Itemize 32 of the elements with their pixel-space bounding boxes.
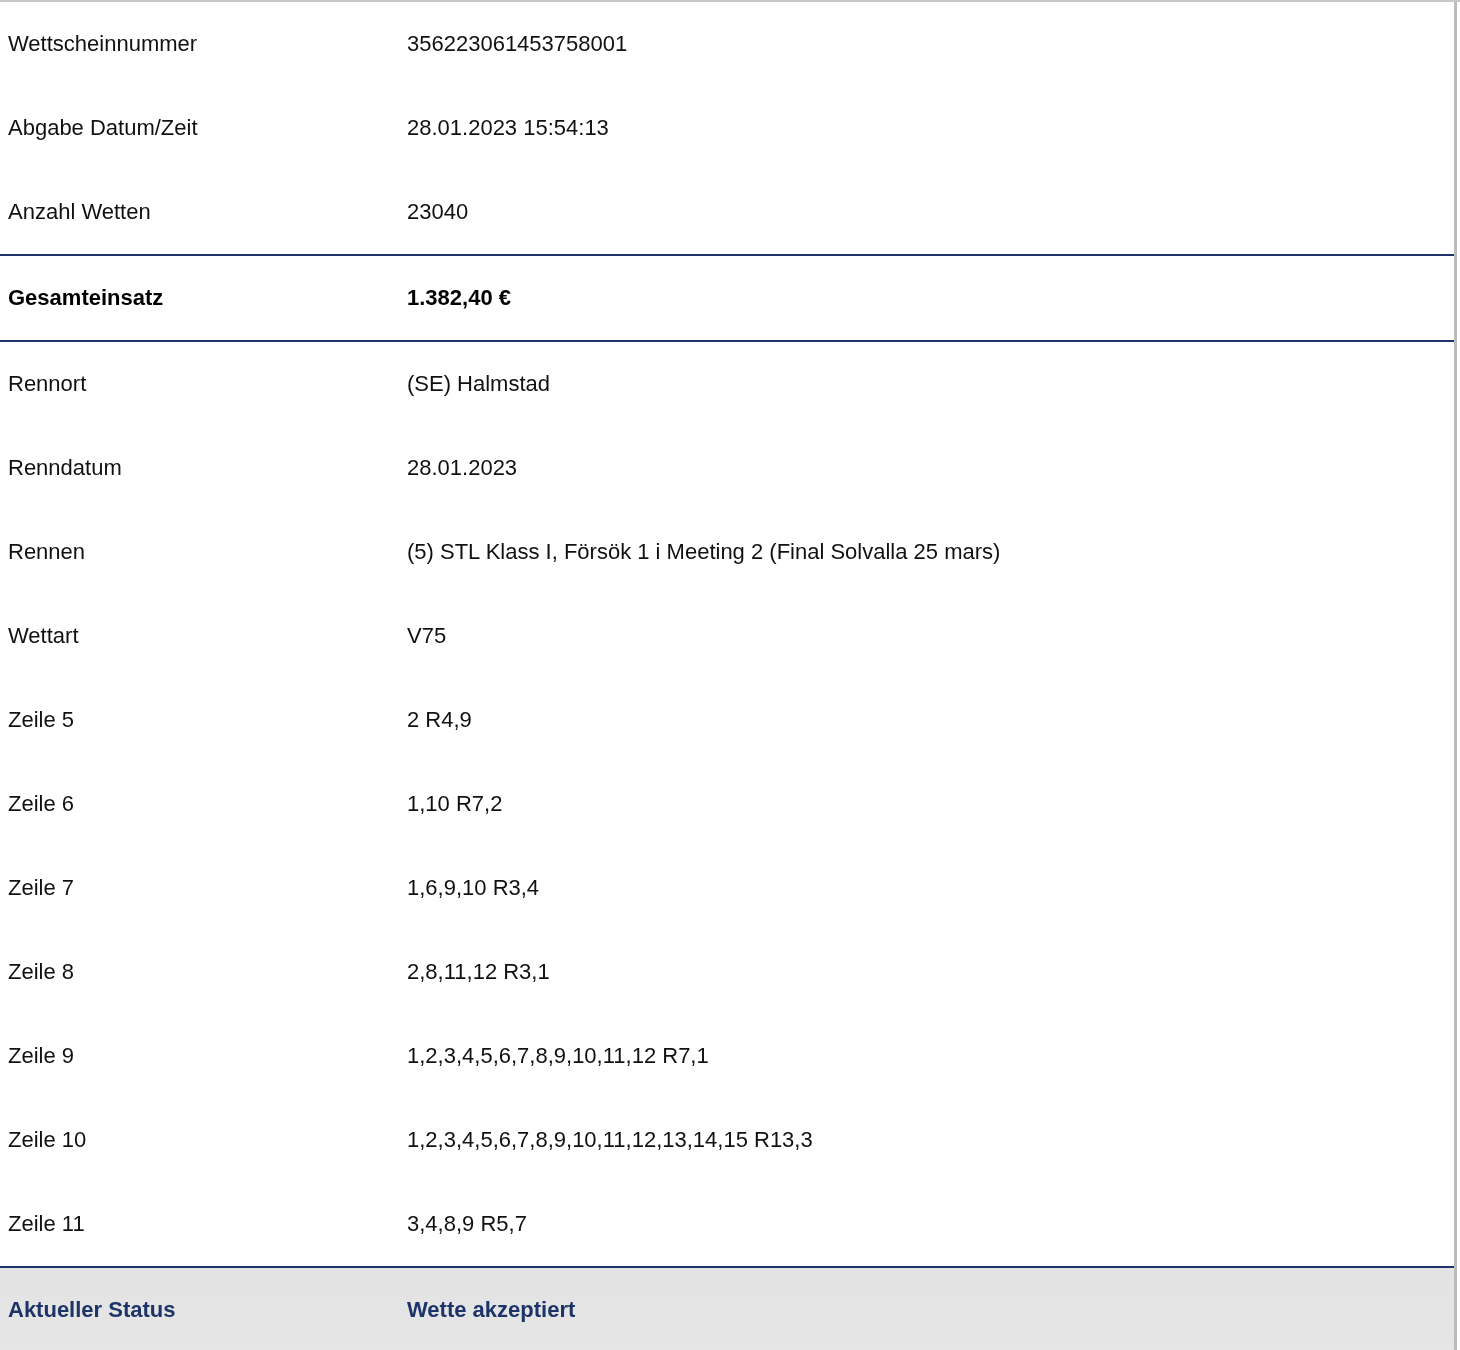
field-value: Wette akzeptiert [407,1297,576,1323]
field-label: Anzahl Wetten [8,199,152,225]
field-value: 1.382,40 € [407,285,511,311]
field-label: Zeile 10 [8,1127,88,1153]
field-label: Rennort [8,371,88,397]
field-value: 1,6,9,10 R3,4 [407,875,540,901]
field-label: Wettart [8,623,80,649]
field-value: 28.01.2023 15:54:13 [407,115,609,141]
field-label: Zeile 8 [8,959,76,985]
field-label: Zeile 5 [8,707,76,733]
field-value: (SE) Halmstad [407,371,551,397]
field-label: Renndatum [8,455,123,481]
field-label: Rennen [8,539,87,565]
field-label: Zeile 7 [8,875,76,901]
field-value: 3,4,8,9 R5,7 [407,1211,527,1237]
field-value: (5) STL Klass I, Försök 1 i Meeting 2 (Final Solvalla 25 mars) [407,539,1001,565]
field-value: 1,10 R7,2 [407,791,503,817]
field-value: 356223061453758001 [407,31,628,57]
field-label: Zeile 6 [8,791,76,817]
field-label: Aktueller Status [8,1297,177,1323]
field-value: 1,2,3,4,5,6,7,8,9,10,11,12 R7,1 [407,1043,709,1069]
field-value: 2,8,11,12 R3,1 [407,959,550,985]
field-value: 28.01.2023 [407,455,518,481]
field-label: Zeile 11 [8,1211,86,1237]
field-label: Zeile 9 [8,1043,76,1069]
field-value: 23040 [407,199,469,225]
field-label: Abgabe Datum/Zeit [8,115,199,141]
field-value: 2 R4,9 [407,707,472,733]
field-value: 1,2,3,4,5,6,7,8,9,10,11,12,13,14,15 R13,3 [407,1127,813,1153]
field-label: Gesamteinsatz [8,285,165,311]
field-label: Wettscheinnummer [8,31,199,57]
field-value: V75 [407,623,447,649]
